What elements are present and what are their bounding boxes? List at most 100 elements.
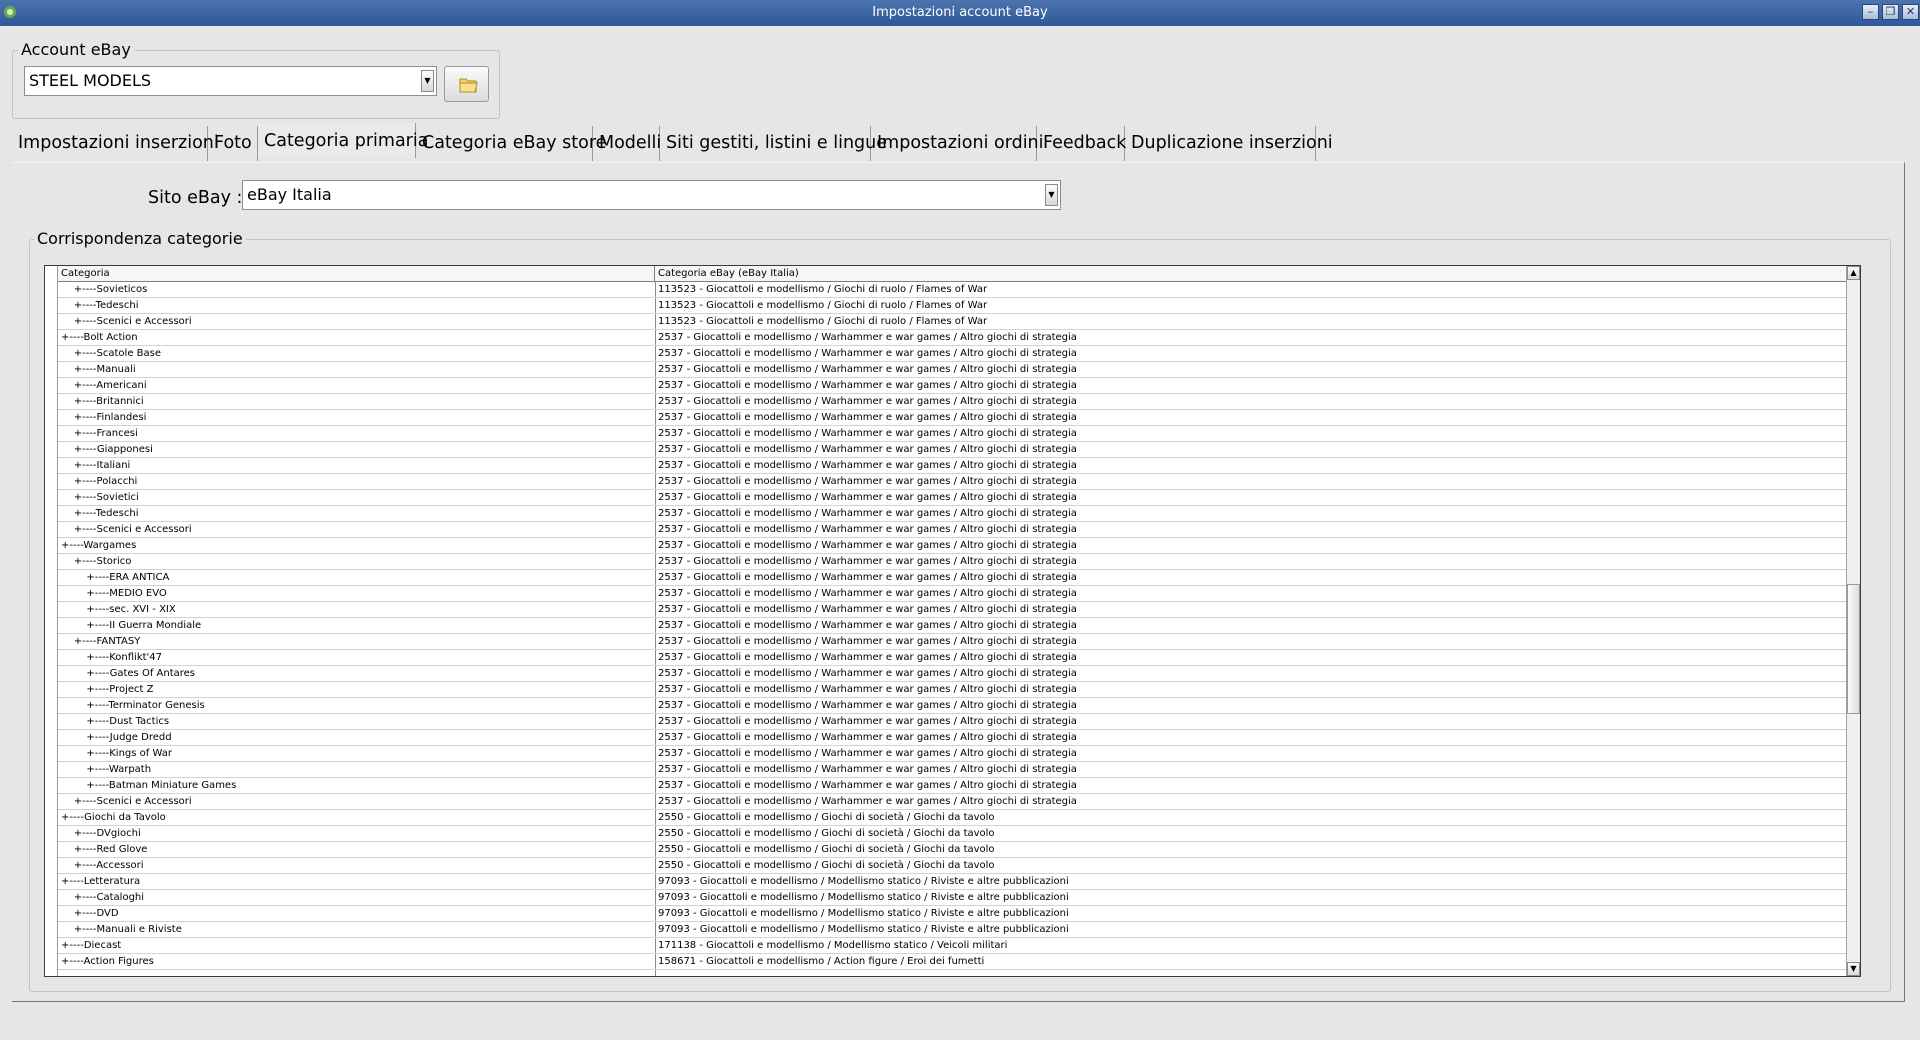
tab-modelli[interactable]: Modelli (593, 126, 661, 161)
table-row[interactable]: +----Batman Miniature Games 2537 - Giocat… (58, 778, 1848, 794)
table-row[interactable]: +----Manuali e Riviste 97093 - Giocattoli… (58, 922, 1848, 938)
cell-categoria-ebay[interactable]: 158671 - Giocattoli e modellismo / Actio… (658, 954, 1846, 970)
table-row[interactable]: +----Scenici e Accessori 2537 - Giocattol… (58, 794, 1848, 810)
cell-categoria-ebay[interactable]: 2537 - Giocattoli e modellismo / Warhamm… (658, 346, 1846, 362)
tab-impostazioni-ordini[interactable]: Impostazioni ordini (871, 126, 1044, 161)
scroll-down-arrow-icon[interactable]: ▼ (1847, 962, 1860, 976)
table-row[interactable]: +----Giochi da Tavolo 2550 - Giocattoli e… (58, 810, 1848, 826)
close-button[interactable]: ✕ (1902, 4, 1919, 20)
cell-categoria-ebay[interactable]: 2537 - Giocattoli e modellismo / Warhamm… (658, 522, 1846, 538)
cell-categoria-ebay[interactable]: 2537 - Giocattoli e modellismo / Warhamm… (658, 570, 1846, 586)
cell-categoria-ebay[interactable]: 97093 - Giocattoli e modellismo / Modell… (658, 922, 1846, 938)
tab-categoria-primaria[interactable]: Categoria primaria (258, 123, 428, 158)
scrollbar-thumb[interactable] (1847, 584, 1860, 714)
cell-categoria-ebay[interactable]: 2537 - Giocattoli e modellismo / Warhamm… (658, 490, 1846, 506)
cell-categoria-ebay[interactable]: 113523 - Giocattoli e modellismo / Gioch… (658, 298, 1846, 314)
table-row[interactable]: +----Terminator Genesis 2537 - Giocattoli… (58, 698, 1848, 714)
tab-foto[interactable]: Foto (208, 126, 258, 161)
column-header-categoria-ebay[interactable]: Categoria eBay (eBay Italia) (655, 266, 1848, 282)
table-row[interactable]: +----Finlandesi 2537 - Giocattoli e model… (58, 410, 1848, 426)
cell-categoria-ebay[interactable]: 97093 - Giocattoli e modellismo / Modell… (658, 906, 1846, 922)
table-row[interactable]: +----Dust Tactics 2537 - Giocattoli e mod… (58, 714, 1848, 730)
dropdown-arrow-icon[interactable]: ▼ (421, 70, 434, 92)
table-row[interactable]: +----Warpath 2537 - Giocattoli e modellis… (58, 762, 1848, 778)
cell-categoria-ebay[interactable]: 97093 - Giocattoli e modellismo / Modell… (658, 890, 1846, 906)
table-row[interactable]: +----Sovieticos 113523 - Giocattoli e mod… (58, 282, 1848, 298)
table-row[interactable]: +----Project Z 2537 - Giocattoli e modell… (58, 682, 1848, 698)
dropdown-arrow-icon[interactable]: ▼ (1045, 184, 1058, 206)
cell-categoria-ebay[interactable]: 113523 - Giocattoli e modellismo / Gioch… (658, 314, 1846, 330)
cell-categoria-ebay[interactable]: 2537 - Giocattoli e modellismo / Warhamm… (658, 698, 1846, 714)
table-row[interactable]: +----ERA ANTICA 2537 - Giocattoli e model… (58, 570, 1848, 586)
table-row[interactable]: +----Konflikt'47 2537 - Giocattoli e mode… (58, 650, 1848, 666)
cell-categoria-ebay[interactable]: 2537 - Giocattoli e modellismo / Warhamm… (658, 554, 1846, 570)
table-row[interactable]: +----Britannici 2537 - Giocattoli e model… (58, 394, 1848, 410)
tab-siti-gestiti[interactable]: Siti gestiti, listini e lingue (660, 126, 887, 161)
cell-categoria-ebay[interactable]: 2537 - Giocattoli e modellismo / Warhamm… (658, 666, 1846, 682)
table-row[interactable]: +----Cataloghi 97093 - Giocattoli e model… (58, 890, 1848, 906)
table-row[interactable]: +----Bolt Action 2537 - Giocattoli e mode… (58, 330, 1848, 346)
table-row[interactable]: +----Americani 2537 - Giocattoli e modell… (58, 378, 1848, 394)
table-row[interactable]: +----Kings of War 2537 - Giocattoli e mod… (58, 746, 1848, 762)
table-row[interactable]: +----DVD 97093 - Giocattoli e modellismo … (58, 906, 1848, 922)
scroll-up-arrow-icon[interactable]: ▲ (1847, 266, 1860, 280)
tab-feedback[interactable]: Feedback (1037, 126, 1126, 161)
open-account-folder-button[interactable] (444, 66, 489, 102)
cell-categoria-ebay[interactable]: 2537 - Giocattoli e modellismo / Warhamm… (658, 778, 1846, 794)
table-row[interactable]: +----FANTASY 2537 - Giocattoli e modellis… (58, 634, 1848, 650)
table-row[interactable]: +----Giapponesi 2537 - Giocattoli e model… (58, 442, 1848, 458)
cell-categoria-ebay[interactable]: 2537 - Giocattoli e modellismo / Warhamm… (658, 378, 1846, 394)
tab-duplicazione-inserzioni[interactable]: Duplicazione inserzioni (1125, 126, 1333, 161)
table-row[interactable]: +----MEDIO EVO 2537 - Giocattoli e modell… (58, 586, 1848, 602)
table-row[interactable]: +----Diecast 171138 - Giocattoli e modell… (58, 938, 1848, 954)
cell-categoria-ebay[interactable]: 2537 - Giocattoli e modellismo / Warhamm… (658, 586, 1846, 602)
table-row[interactable]: +----Manuali 2537 - Giocattoli e modellis… (58, 362, 1848, 378)
vertical-scrollbar[interactable]: ▲ ▼ (1846, 266, 1860, 976)
table-row[interactable]: +----Storico 2537 - Giocattoli e modellis… (58, 554, 1848, 570)
table-row[interactable]: +----Accessori 2550 - Giocattoli e modell… (58, 858, 1848, 874)
table-row[interactable]: +----Francesi 2537 - Giocattoli e modelli… (58, 426, 1848, 442)
table-row[interactable]: +----II Guerra Mondiale 2537 - Giocattoli… (58, 618, 1848, 634)
table-row[interactable]: +----Tedeschi 2537 - Giocattoli e modelli… (58, 506, 1848, 522)
cell-categoria-ebay[interactable]: 171138 - Giocattoli e modellismo / Model… (658, 938, 1846, 954)
cell-categoria-ebay[interactable]: 2537 - Giocattoli e modellismo / Warhamm… (658, 746, 1846, 762)
cell-categoria-ebay[interactable]: 2537 - Giocattoli e modellismo / Warhamm… (658, 714, 1846, 730)
table-row[interactable]: +----Scatole Base 2537 - Giocattoli e mod… (58, 346, 1848, 362)
table-row[interactable]: +----Red Glove 2550 - Giocattoli e modell… (58, 842, 1848, 858)
account-select[interactable]: STEEL MODELS ▼ (24, 66, 437, 96)
tab-impostazioni-inserzioni[interactable]: Impostazioni inserzioni (12, 126, 219, 161)
column-header-categoria[interactable]: Categoria (58, 266, 655, 282)
table-row[interactable]: +----Scenici e Accessori 2537 - Giocattol… (58, 522, 1848, 538)
tab-categoria-ebay-store[interactable]: Categoria eBay store (416, 126, 606, 161)
table-row[interactable]: +----Tedeschi 113523 - Giocattoli e model… (58, 298, 1848, 314)
cell-categoria-ebay[interactable]: 2537 - Giocattoli e modellismo / Warhamm… (658, 602, 1846, 618)
cell-categoria-ebay[interactable]: 113523 - Giocattoli e modellismo / Gioch… (658, 282, 1846, 298)
cell-categoria-ebay[interactable]: 2537 - Giocattoli e modellismo / Warhamm… (658, 682, 1846, 698)
table-row[interactable]: +----Action Figures 158671 - Giocattoli e… (58, 954, 1848, 970)
cell-categoria-ebay[interactable]: 2550 - Giocattoli e modellismo / Giochi … (658, 858, 1846, 874)
table-row[interactable]: +----Italiani 2537 - Giocattoli e modelli… (58, 458, 1848, 474)
table-row[interactable]: +----Sovietici 2537 - Giocattoli e modell… (58, 490, 1848, 506)
cell-categoria-ebay[interactable]: 2537 - Giocattoli e modellismo / Warhamm… (658, 650, 1846, 666)
restore-button[interactable]: ❐ (1882, 4, 1899, 20)
cell-categoria-ebay[interactable]: 2537 - Giocattoli e modellismo / Warhamm… (658, 458, 1846, 474)
cell-categoria-ebay[interactable]: 2537 - Giocattoli e modellismo / Warhamm… (658, 794, 1846, 810)
table-row[interactable]: +----DVgiochi 2550 - Giocattoli e modelli… (58, 826, 1848, 842)
table-row[interactable]: +----Gates Of Antares 2537 - Giocattoli e… (58, 666, 1848, 682)
cell-categoria-ebay[interactable]: 97093 - Giocattoli e modellismo / Modell… (658, 874, 1846, 890)
cell-categoria-ebay[interactable]: 2550 - Giocattoli e modellismo / Giochi … (658, 810, 1846, 826)
cell-categoria-ebay[interactable]: 2537 - Giocattoli e modellismo / Warhamm… (658, 634, 1846, 650)
cell-categoria-ebay[interactable]: 2537 - Giocattoli e modellismo / Warhamm… (658, 618, 1846, 634)
cell-categoria-ebay[interactable]: 2537 - Giocattoli e modellismo / Warhamm… (658, 394, 1846, 410)
table-row[interactable]: +----Polacchi 2537 - Giocattoli e modelli… (58, 474, 1848, 490)
cell-categoria-ebay[interactable]: 2537 - Giocattoli e modellismo / Warhamm… (658, 410, 1846, 426)
table-row[interactable]: +----Scenici e Accessori 113523 - Giocatt… (58, 314, 1848, 330)
table-row[interactable]: +----Letteratura 97093 - Giocattoli e mod… (58, 874, 1848, 890)
cell-categoria-ebay[interactable]: 2537 - Giocattoli e modellismo / Warhamm… (658, 426, 1846, 442)
table-row[interactable]: +----Judge Dredd 2537 - Giocattoli e mode… (58, 730, 1848, 746)
table-row[interactable]: +----Wargames 2537 - Giocattoli e modelli… (58, 538, 1848, 554)
cell-categoria-ebay[interactable]: 2537 - Giocattoli e modellismo / Warhamm… (658, 538, 1846, 554)
cell-categoria-ebay[interactable]: 2537 - Giocattoli e modellismo / Warhamm… (658, 506, 1846, 522)
cell-categoria-ebay[interactable]: 2550 - Giocattoli e modellismo / Giochi … (658, 826, 1846, 842)
cell-categoria-ebay[interactable]: 2537 - Giocattoli e modellismo / Warhamm… (658, 762, 1846, 778)
